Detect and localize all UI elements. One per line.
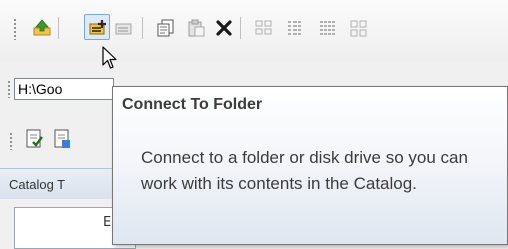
catalog-tree-header: Catalog T (0, 168, 120, 199)
document-check-icon (26, 129, 43, 148)
toolbar-grip[interactable] (10, 132, 12, 150)
large-icons-button[interactable] (250, 14, 276, 40)
large-icons-icon (255, 20, 272, 35)
up-one-level-button[interactable] (28, 14, 54, 40)
thumbnails-view-button[interactable] (345, 14, 371, 40)
copy-icon (157, 19, 174, 37)
thumbnails-icon (350, 20, 367, 37)
tooltip-description: Connect to a folder or disk drive so you… (141, 148, 468, 193)
details-icon (320, 21, 336, 35)
location-input[interactable]: H:\Goo (14, 78, 114, 100)
details-view-button[interactable] (314, 14, 340, 40)
toolbar-separator (58, 17, 59, 39)
delete-icon (216, 20, 232, 36)
toolbar-separator (240, 17, 241, 39)
list-view-button[interactable] (282, 14, 308, 40)
connect-to-folder-button[interactable] (84, 14, 110, 40)
copy-button[interactable] (152, 14, 178, 40)
metadata-button[interactable] (24, 128, 46, 150)
toolbar-separator (142, 17, 143, 39)
tooltip: Connect To Folder Connect to a folder or… (112, 86, 508, 245)
disconnect-folder-icon (115, 23, 132, 35)
properties-button[interactable] (52, 128, 74, 150)
toolbar-grip[interactable] (14, 18, 16, 40)
mouse-pointer-icon (102, 46, 117, 69)
tree-node-label[interactable]: E (103, 215, 111, 230)
document-properties-icon (54, 129, 70, 148)
tooltip-title: Connect To Folder (122, 96, 263, 113)
delete-button[interactable] (210, 14, 236, 40)
up-folder-icon (33, 19, 51, 36)
paste-button[interactable] (182, 14, 208, 40)
disconnect-from-folder-button[interactable] (110, 14, 136, 40)
paste-icon (188, 19, 205, 37)
connect-folder-icon (89, 20, 106, 35)
location-toolbar-grip[interactable] (8, 80, 10, 98)
standard-toolbar (0, 0, 508, 62)
list-icon (288, 21, 301, 35)
catalog-tree-title: Catalog T (9, 177, 66, 192)
